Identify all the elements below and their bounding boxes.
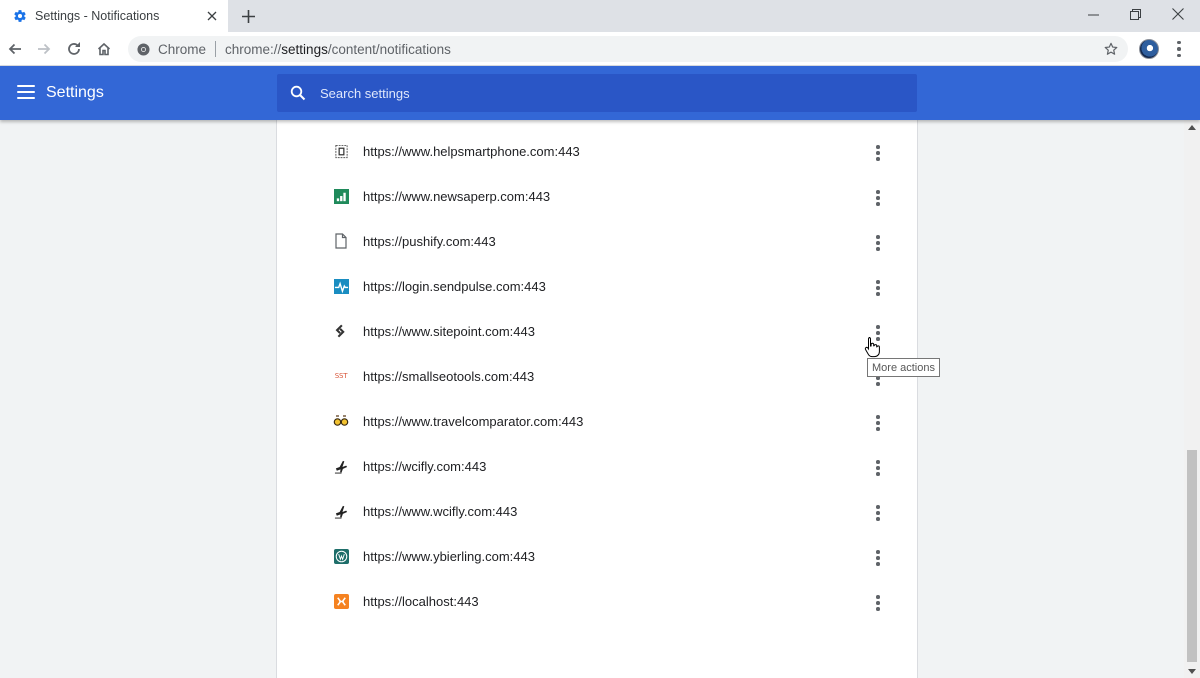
vertical-scrollbar[interactable] — [1184, 120, 1200, 678]
reload-button[interactable] — [63, 38, 85, 60]
site-url: https://www.newsaperp.com:443 — [363, 189, 551, 204]
smallseotools-icon: SST — [333, 368, 349, 384]
scroll-down-arrow-icon[interactable] — [1184, 664, 1200, 678]
site-url: https://pushify.com:443 — [363, 234, 496, 249]
plane-icon — [333, 503, 349, 519]
tab-settings-notifications[interactable]: Settings - Notifications — [0, 0, 228, 32]
site-url: https://www.helpsmartphone.com:443 — [363, 144, 580, 159]
scrollbar-thumb[interactable] — [1187, 450, 1197, 662]
scroll-up-arrow-icon[interactable] — [1184, 120, 1200, 134]
home-button[interactable] — [93, 38, 115, 60]
chrome-icon — [136, 42, 150, 56]
sendpulse-icon — [333, 278, 349, 294]
site-url: https://www.sitepoint.com:443 — [363, 324, 535, 339]
site-url: https://www.ybierling.com:443 — [363, 549, 535, 564]
search-icon — [288, 83, 308, 103]
forward-button[interactable] — [33, 38, 55, 60]
site-url: https://wcifly.com:443 — [363, 459, 487, 474]
gear-icon — [12, 8, 28, 24]
wordpress-icon — [333, 548, 349, 564]
site-row: https://login.sendpulse.com:443 — [277, 265, 917, 310]
site-url: https://login.sendpulse.com:443 — [363, 279, 546, 294]
back-button[interactable] — [4, 38, 26, 60]
tab-title: Settings - Notifications — [35, 9, 160, 23]
settings-content: https://www.helpsmartphone.com:443 https… — [0, 120, 1184, 678]
chrome-menu-icon[interactable] — [1170, 38, 1188, 60]
more-actions-button[interactable] — [866, 411, 890, 435]
origin-chip: Chrome — [158, 41, 207, 57]
settings-header: Settings — [0, 66, 1200, 120]
more-actions-button[interactable] — [866, 276, 890, 300]
site-row: SST https://smallseotools.com:443 — [277, 355, 917, 400]
site-row: https://www.travelcomparator.com:443 — [277, 400, 917, 445]
site-row: https://localhost:443 — [277, 580, 917, 625]
tab-strip: Settings - Notifications — [0, 0, 1200, 32]
notifications-site-list: https://www.helpsmartphone.com:443 https… — [276, 120, 918, 678]
site-row: https://wcifly.com:443 — [277, 445, 917, 490]
tab-close-icon[interactable] — [204, 8, 220, 24]
site-row: https://www.newsaperp.com:443 — [277, 175, 917, 220]
more-actions-button[interactable] — [866, 591, 890, 615]
smallseotools-icon-text: SST — [334, 372, 348, 380]
site-row: https://www.ybierling.com:443 — [277, 535, 917, 580]
profile-avatar[interactable] — [1139, 39, 1159, 59]
page-icon — [333, 233, 349, 249]
more-actions-button[interactable] — [866, 231, 890, 255]
hamburger-menu-icon[interactable] — [17, 85, 35, 99]
helpsmartphone-icon — [333, 143, 349, 159]
site-url: https://www.travelcomparator.com:443 — [363, 414, 584, 429]
site-url: https://smallseotools.com:443 — [363, 369, 535, 384]
page-title: Settings — [46, 84, 104, 101]
more-actions-button[interactable] — [866, 456, 890, 480]
site-row: https://www.wcifly.com:443 — [277, 490, 917, 535]
site-url: https://www.wcifly.com:443 — [363, 504, 518, 519]
xampp-icon — [333, 593, 349, 609]
more-actions-button[interactable] — [866, 141, 890, 165]
sitepoint-icon — [333, 323, 349, 339]
restore-button[interactable] — [1115, 0, 1155, 28]
site-row: https://pushify.com:443 — [277, 220, 917, 265]
address-bar[interactable]: Chrome chrome://settings/content/notific… — [128, 36, 1128, 62]
more-actions-button[interactable] — [866, 501, 890, 525]
url-text: chrome://settings/content/notifications — [225, 41, 451, 57]
newsaperp-icon — [333, 188, 349, 204]
site-row: https://www.sitepoint.com:443 — [277, 310, 917, 355]
search-input[interactable] — [320, 85, 880, 101]
omnibox-divider — [215, 41, 217, 57]
bookmark-star-icon[interactable] — [1100, 38, 1122, 60]
site-url: https://localhost:443 — [363, 594, 479, 609]
more-actions-button[interactable] — [866, 546, 890, 570]
hand-cursor-icon — [864, 337, 880, 358]
new-tab-button[interactable] — [237, 6, 259, 26]
plane-icon — [333, 458, 349, 474]
minimize-button[interactable] — [1073, 0, 1113, 28]
more-actions-tooltip: More actions — [867, 358, 940, 377]
more-actions-button[interactable] — [866, 186, 890, 210]
travelcomparator-icon — [333, 413, 349, 429]
search-settings-box[interactable] — [277, 74, 917, 112]
browser-toolbar: Chrome chrome://settings/content/notific… — [0, 32, 1200, 66]
window-close-button[interactable] — [1158, 0, 1198, 28]
site-row: https://www.helpsmartphone.com:443 — [277, 130, 917, 175]
